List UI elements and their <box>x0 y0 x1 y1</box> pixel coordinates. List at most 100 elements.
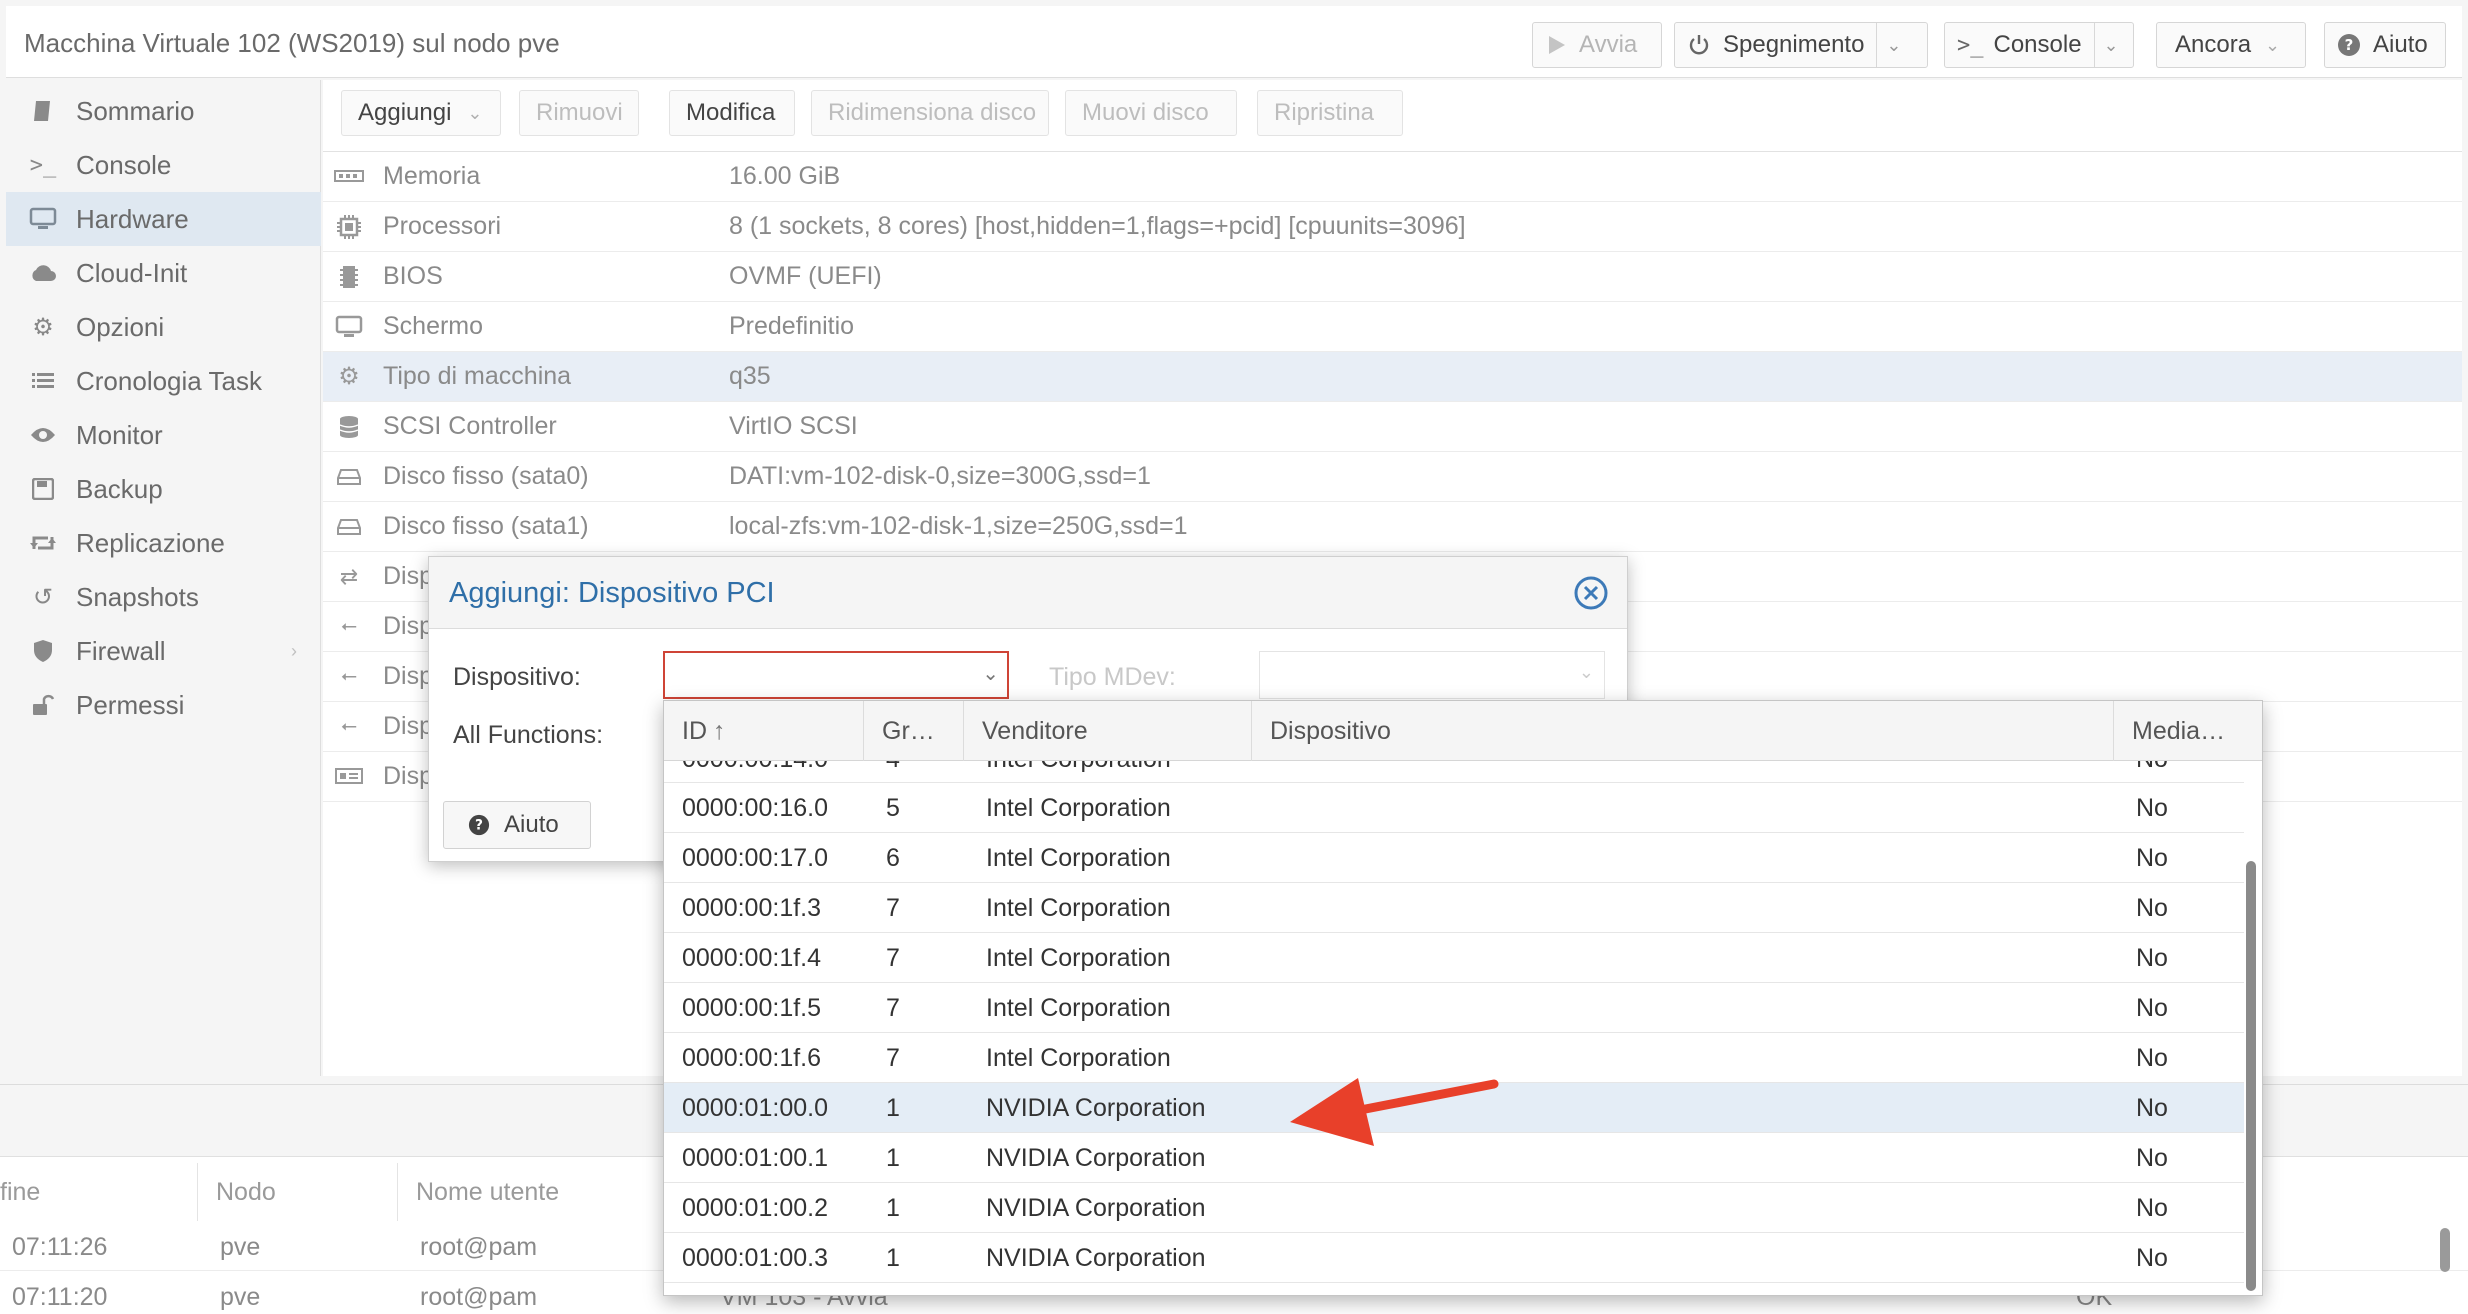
console-button[interactable]: >_ Console ⌄ <box>1944 22 2134 68</box>
start-button[interactable]: Avvia <box>1532 22 1662 68</box>
table-row[interactable]: 0000:00:1f.5 7 Intel Corporation No <box>664 983 2244 1033</box>
book-icon <box>26 96 60 126</box>
hardware-row-memory[interactable]: Memoria 16.00 GiB <box>323 152 2462 202</box>
cell-vendor: NVIDIA Corporation <box>986 1194 1206 1222</box>
help-button[interactable]: ? Aiuto <box>2324 22 2446 68</box>
table-row[interactable]: 0000:01:00.2 1 NVIDIA Corporation No <box>664 1183 2244 1233</box>
table-row[interactable]: 0000:00:14.0 4 Intel Corporation No <box>664 761 2244 783</box>
cell-mediated: No <box>2136 1194 2168 1222</box>
log-scrollbar[interactable] <box>2440 1228 2450 1272</box>
table-row[interactable]: 0000:01:00.3 1 NVIDIA Corporation No <box>664 1233 2244 1283</box>
log-column-label: Nome utente <box>416 1177 560 1206</box>
hardware-value: 16.00 GiB <box>729 162 841 190</box>
nav-item-summary[interactable]: Sommario <box>6 84 321 138</box>
nav-item-backup[interactable]: Backup <box>6 462 321 516</box>
column-header-device[interactable]: Dispositivo <box>1252 701 2114 761</box>
remove-button[interactable]: Rimuovi <box>519 90 639 136</box>
column-label: Venditore <box>982 716 1088 745</box>
nav-item-label: Cloud-Init <box>76 257 188 288</box>
column-header-vendor[interactable]: Venditore <box>964 701 1252 761</box>
hardware-name: Processori <box>383 212 502 240</box>
hardware-row-disk-sata1[interactable]: Disco fisso (sata1) local-zfs:vm-102-dis… <box>323 502 2462 552</box>
hardware-row-machine-type[interactable]: ⚙ Tipo di macchina q35 <box>323 352 2462 402</box>
resize-disk-button[interactable]: Ridimensiona disco <box>811 90 1049 136</box>
play-icon <box>1547 34 1567 56</box>
dialog-help-button[interactable]: ? Aiuto <box>443 801 591 849</box>
nav-item-firewall[interactable]: Firewall › <box>6 624 321 678</box>
dialog-header: Aggiungi: Dispositivo PCI <box>429 557 1627 629</box>
hardware-value: q35 <box>729 362 771 390</box>
device-combobox[interactable]: ⌄ <box>663 651 1009 699</box>
hardware-row-disk-sata0[interactable]: Disco fisso (sata0) DATI:vm-102-disk-0,s… <box>323 452 2462 502</box>
floppy-icon <box>26 474 60 504</box>
chevron-down-icon: ⌄ <box>2265 34 2281 55</box>
hardware-row-scsi-controller[interactable]: SCSI Controller VirtIO SCSI <box>323 402 2462 452</box>
column-header-id[interactable]: ID ↑ <box>664 701 864 761</box>
pci-grid-scrollbar[interactable] <box>2246 861 2256 1291</box>
column-header-mediated[interactable]: Media… <box>2114 701 2262 761</box>
cell-group: 7 <box>886 944 900 972</box>
vm-title: Macchina Virtuale 102 (WS2019) sul nodo … <box>24 28 560 58</box>
edit-button-label: Modifica <box>686 99 776 126</box>
table-row[interactable]: 0000:00:16.0 5 Intel Corporation No <box>664 783 2244 833</box>
chevron-down-icon[interactable]: ⌄ <box>1876 23 1910 67</box>
nav-item-label: Sommario <box>76 95 195 126</box>
monitor-icon <box>329 315 369 339</box>
cell-id: 0000:00:1f.6 <box>682 1044 822 1072</box>
gear-icon: ⚙ <box>32 313 54 341</box>
cell-id: 0000:01:00.1 <box>682 1144 828 1172</box>
cell-vendor: Intel Corporation <box>986 761 1171 774</box>
cell-vendor: Intel Corporation <box>986 1044 1171 1072</box>
annotation-arrow-icon <box>1290 1078 1499 1146</box>
nav-item-cloud-init[interactable]: Cloud-Init <box>6 246 321 300</box>
log-column-end[interactable]: fine <box>0 1163 198 1221</box>
chevron-down-icon[interactable]: ⌄ <box>982 661 999 686</box>
hardware-name: Disco fisso (sata1) <box>383 512 589 540</box>
log-column-label: fine <box>0 1177 41 1206</box>
cell-id: 0000:00:1f.5 <box>682 994 822 1022</box>
shutdown-button[interactable]: Spegnimento ⌄ <box>1674 22 1928 68</box>
table-row[interactable]: 0000:00:1f.4 7 Intel Corporation No <box>664 933 2244 983</box>
table-row[interactable]: 0000:00:17.0 6 Intel Corporation No <box>664 833 2244 883</box>
log-column-user[interactable]: Nome utente <box>398 1163 698 1221</box>
add-button-label: Aggiungi <box>358 99 452 126</box>
chevron-down-icon[interactable]: ⌄ <box>2093 23 2128 67</box>
cell-id: 0000:00:17.0 <box>682 844 828 872</box>
hardware-row-processors[interactable]: Processori 8 (1 sockets, 8 cores) [host,… <box>323 202 2462 252</box>
more-button[interactable]: Ancora ⌄ <box>2156 22 2306 68</box>
hardware-row-display[interactable]: Schermo Predefinitio <box>323 302 2462 352</box>
close-icon[interactable] <box>1573 575 1609 611</box>
nav-item-monitor[interactable]: Monitor <box>6 408 321 462</box>
more-button-label: Ancora <box>2175 31 2252 58</box>
nav-item-permissions[interactable]: Permessi <box>6 678 321 732</box>
hdd-icon <box>329 468 369 486</box>
log-node: pve <box>220 1233 261 1261</box>
monitor-icon <box>26 204 60 234</box>
cell-vendor: Intel Corporation <box>986 894 1171 922</box>
nav-item-label: Backup <box>76 473 163 504</box>
mdev-type-combobox[interactable]: ⌄ <box>1259 651 1605 699</box>
nav-item-options[interactable]: ⚙ Opzioni <box>6 300 321 354</box>
chip-icon <box>329 264 369 290</box>
nav-item-replication[interactable]: Replicazione <box>6 516 321 570</box>
nav-item-label: Monitor <box>76 419 163 450</box>
nav-item-console[interactable]: >_ Console <box>6 138 321 192</box>
column-header-group[interactable]: Gr… <box>864 701 964 761</box>
add-button[interactable]: Aggiungi ⌄ <box>341 90 501 136</box>
memory-icon <box>329 169 369 185</box>
table-row[interactable]: 0000:00:1f.3 7 Intel Corporation No <box>664 883 2244 933</box>
nav-item-hardware[interactable]: Hardware <box>6 192 321 246</box>
nav-item-task-history[interactable]: Cronologia Task <box>6 354 321 408</box>
hardware-row-bios[interactable]: BIOS OVMF (UEFI) <box>323 252 2462 302</box>
chevron-right-icon[interactable]: › <box>291 641 297 662</box>
retweet-icon <box>26 528 60 558</box>
log-column-node[interactable]: Nodo <box>198 1163 398 1221</box>
move-disk-button[interactable]: Muovi disco <box>1065 90 1237 136</box>
usb-icon: ⭠ <box>341 615 357 637</box>
revert-button[interactable]: Ripristina <box>1257 90 1403 136</box>
svg-text:?: ? <box>2345 36 2354 54</box>
nav-item-label: Opzioni <box>76 311 165 342</box>
edit-button[interactable]: Modifica <box>669 90 795 136</box>
nav-item-snapshots[interactable]: ↺ Snapshots <box>6 570 321 624</box>
cell-mediated: No <box>2136 1244 2168 1272</box>
